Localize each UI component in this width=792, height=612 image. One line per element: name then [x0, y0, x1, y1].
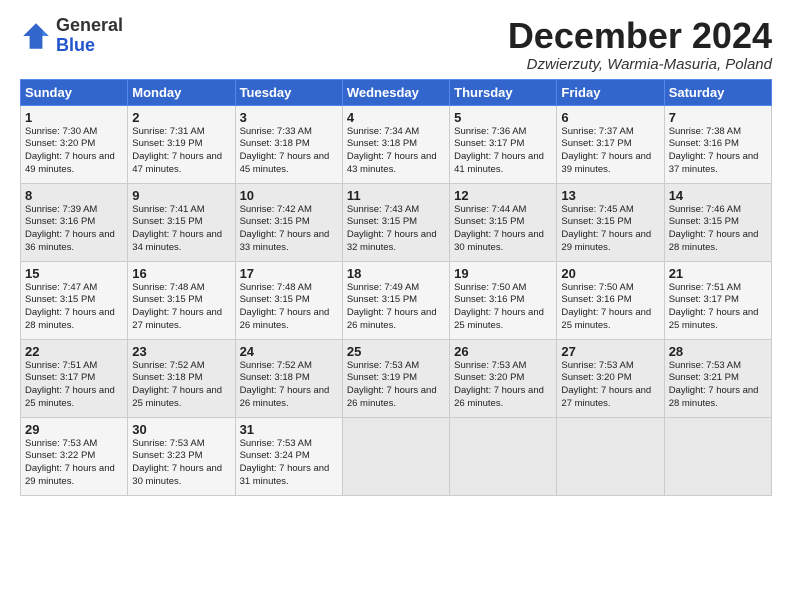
table-row: 28Sunrise: 7:53 AMSunset: 3:21 PMDayligh…	[664, 339, 771, 417]
table-row	[450, 417, 557, 495]
month-title: December 2024	[508, 16, 772, 56]
table-row: 4Sunrise: 7:34 AMSunset: 3:18 PMDaylight…	[342, 105, 449, 183]
table-row: 8Sunrise: 7:39 AMSunset: 3:16 PMDaylight…	[21, 183, 128, 261]
table-row: 15Sunrise: 7:47 AMSunset: 3:15 PMDayligh…	[21, 261, 128, 339]
table-row: 13Sunrise: 7:45 AMSunset: 3:15 PMDayligh…	[557, 183, 664, 261]
table-row: 12Sunrise: 7:44 AMSunset: 3:15 PMDayligh…	[450, 183, 557, 261]
col-sunday: Sunday	[21, 79, 128, 105]
table-row	[664, 417, 771, 495]
calendar-table: Sunday Monday Tuesday Wednesday Thursday…	[20, 79, 772, 496]
logo: General Blue	[20, 16, 123, 56]
table-row: 6Sunrise: 7:37 AMSunset: 3:17 PMDaylight…	[557, 105, 664, 183]
table-row: 2Sunrise: 7:31 AMSunset: 3:19 PMDaylight…	[128, 105, 235, 183]
logo-text: General Blue	[56, 16, 123, 56]
table-row: 26Sunrise: 7:53 AMSunset: 3:20 PMDayligh…	[450, 339, 557, 417]
table-row: 25Sunrise: 7:53 AMSunset: 3:19 PMDayligh…	[342, 339, 449, 417]
table-row: 22Sunrise: 7:51 AMSunset: 3:17 PMDayligh…	[21, 339, 128, 417]
page: General Blue December 2024 Dzwierzuty, W…	[0, 0, 792, 506]
col-friday: Friday	[557, 79, 664, 105]
table-row: 20Sunrise: 7:50 AMSunset: 3:16 PMDayligh…	[557, 261, 664, 339]
header-row: Sunday Monday Tuesday Wednesday Thursday…	[21, 79, 772, 105]
table-row: 23Sunrise: 7:52 AMSunset: 3:18 PMDayligh…	[128, 339, 235, 417]
location: Dzwierzuty, Warmia-Masuria, Poland	[508, 56, 772, 73]
col-tuesday: Tuesday	[235, 79, 342, 105]
table-row: 10Sunrise: 7:42 AMSunset: 3:15 PMDayligh…	[235, 183, 342, 261]
table-row: 24Sunrise: 7:52 AMSunset: 3:18 PMDayligh…	[235, 339, 342, 417]
table-row: 19Sunrise: 7:50 AMSunset: 3:16 PMDayligh…	[450, 261, 557, 339]
table-row: 3Sunrise: 7:33 AMSunset: 3:18 PMDaylight…	[235, 105, 342, 183]
header: General Blue December 2024 Dzwierzuty, W…	[20, 16, 772, 73]
table-row: 14Sunrise: 7:46 AMSunset: 3:15 PMDayligh…	[664, 183, 771, 261]
title-block: December 2024 Dzwierzuty, Warmia-Masuria…	[508, 16, 772, 73]
table-row: 31Sunrise: 7:53 AMSunset: 3:24 PMDayligh…	[235, 417, 342, 495]
table-row	[557, 417, 664, 495]
table-row: 1Sunrise: 7:30 AMSunset: 3:20 PMDaylight…	[21, 105, 128, 183]
logo-general: General	[56, 15, 123, 35]
table-row: 17Sunrise: 7:48 AMSunset: 3:15 PMDayligh…	[235, 261, 342, 339]
logo-blue: Blue	[56, 35, 95, 55]
table-row: 18Sunrise: 7:49 AMSunset: 3:15 PMDayligh…	[342, 261, 449, 339]
table-row: 11Sunrise: 7:43 AMSunset: 3:15 PMDayligh…	[342, 183, 449, 261]
table-row: 27Sunrise: 7:53 AMSunset: 3:20 PMDayligh…	[557, 339, 664, 417]
table-row: 29Sunrise: 7:53 AMSunset: 3:22 PMDayligh…	[21, 417, 128, 495]
table-row: 16Sunrise: 7:48 AMSunset: 3:15 PMDayligh…	[128, 261, 235, 339]
table-row: 21Sunrise: 7:51 AMSunset: 3:17 PMDayligh…	[664, 261, 771, 339]
table-row: 30Sunrise: 7:53 AMSunset: 3:23 PMDayligh…	[128, 417, 235, 495]
col-saturday: Saturday	[664, 79, 771, 105]
table-row: 9Sunrise: 7:41 AMSunset: 3:15 PMDaylight…	[128, 183, 235, 261]
logo-icon	[20, 20, 52, 52]
table-row: 7Sunrise: 7:38 AMSunset: 3:16 PMDaylight…	[664, 105, 771, 183]
col-thursday: Thursday	[450, 79, 557, 105]
table-row: 5Sunrise: 7:36 AMSunset: 3:17 PMDaylight…	[450, 105, 557, 183]
col-wednesday: Wednesday	[342, 79, 449, 105]
col-monday: Monday	[128, 79, 235, 105]
table-row	[342, 417, 449, 495]
